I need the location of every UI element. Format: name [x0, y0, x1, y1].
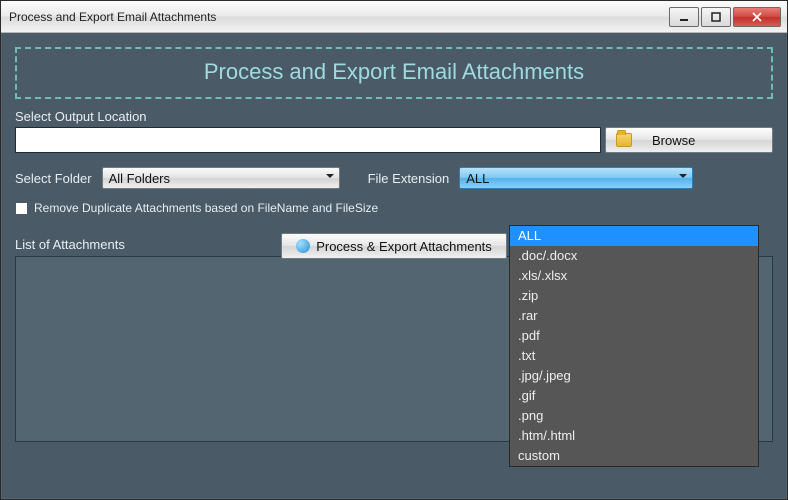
- close-button[interactable]: [733, 7, 781, 27]
- extension-option[interactable]: custom: [510, 446, 758, 466]
- extension-option[interactable]: .doc/.docx: [510, 246, 758, 266]
- process-export-button[interactable]: Process & Export Attachments: [281, 233, 507, 259]
- app-window: Process and Export Email Attachments Pro…: [0, 0, 788, 500]
- output-location-label: Select Output Location: [15, 109, 773, 124]
- extension-dropdown-list[interactable]: ALL .doc/.docx .xls/.xlsx .zip .rar .pdf…: [509, 225, 759, 467]
- extension-option[interactable]: .zip: [510, 286, 758, 306]
- process-button-label: Process & Export Attachments: [316, 239, 492, 254]
- extension-option[interactable]: ALL: [510, 226, 758, 246]
- window-controls: [667, 7, 781, 27]
- folder-combobox[interactable]: All Folders: [102, 167, 340, 189]
- extension-option[interactable]: .gif: [510, 386, 758, 406]
- extension-option[interactable]: .jpg/.jpeg: [510, 366, 758, 386]
- remove-duplicates-label: Remove Duplicate Attachments based on Fi…: [34, 201, 378, 215]
- extension-option[interactable]: .png: [510, 406, 758, 426]
- titlebar[interactable]: Process and Export Email Attachments: [1, 1, 787, 33]
- folder-icon: [616, 133, 632, 147]
- window-title: Process and Export Email Attachments: [9, 10, 667, 24]
- select-folder-label: Select Folder: [15, 171, 92, 186]
- maximize-button[interactable]: [701, 7, 731, 27]
- extension-option[interactable]: .xls/.xlsx: [510, 266, 758, 286]
- extension-option[interactable]: .pdf: [510, 326, 758, 346]
- extension-option[interactable]: .htm/.html: [510, 426, 758, 446]
- browse-button-label: Browse: [652, 133, 695, 148]
- extension-selected: ALL: [466, 171, 489, 186]
- banner: Process and Export Email Attachments: [15, 47, 773, 99]
- content-area: Process and Export Email Attachments Sel…: [1, 33, 787, 499]
- folder-selected: All Folders: [109, 171, 170, 186]
- file-extension-label: File Extension: [368, 171, 450, 186]
- output-location-input[interactable]: [15, 127, 601, 153]
- minimize-button[interactable]: [669, 7, 699, 27]
- remove-duplicates-checkbox[interactable]: [15, 202, 28, 215]
- extension-option[interactable]: .txt: [510, 346, 758, 366]
- process-icon: [296, 239, 310, 253]
- browse-button[interactable]: Browse: [605, 127, 773, 153]
- extension-option[interactable]: .rar: [510, 306, 758, 326]
- banner-heading: Process and Export Email Attachments: [204, 59, 584, 84]
- extension-combobox[interactable]: ALL: [459, 167, 693, 189]
